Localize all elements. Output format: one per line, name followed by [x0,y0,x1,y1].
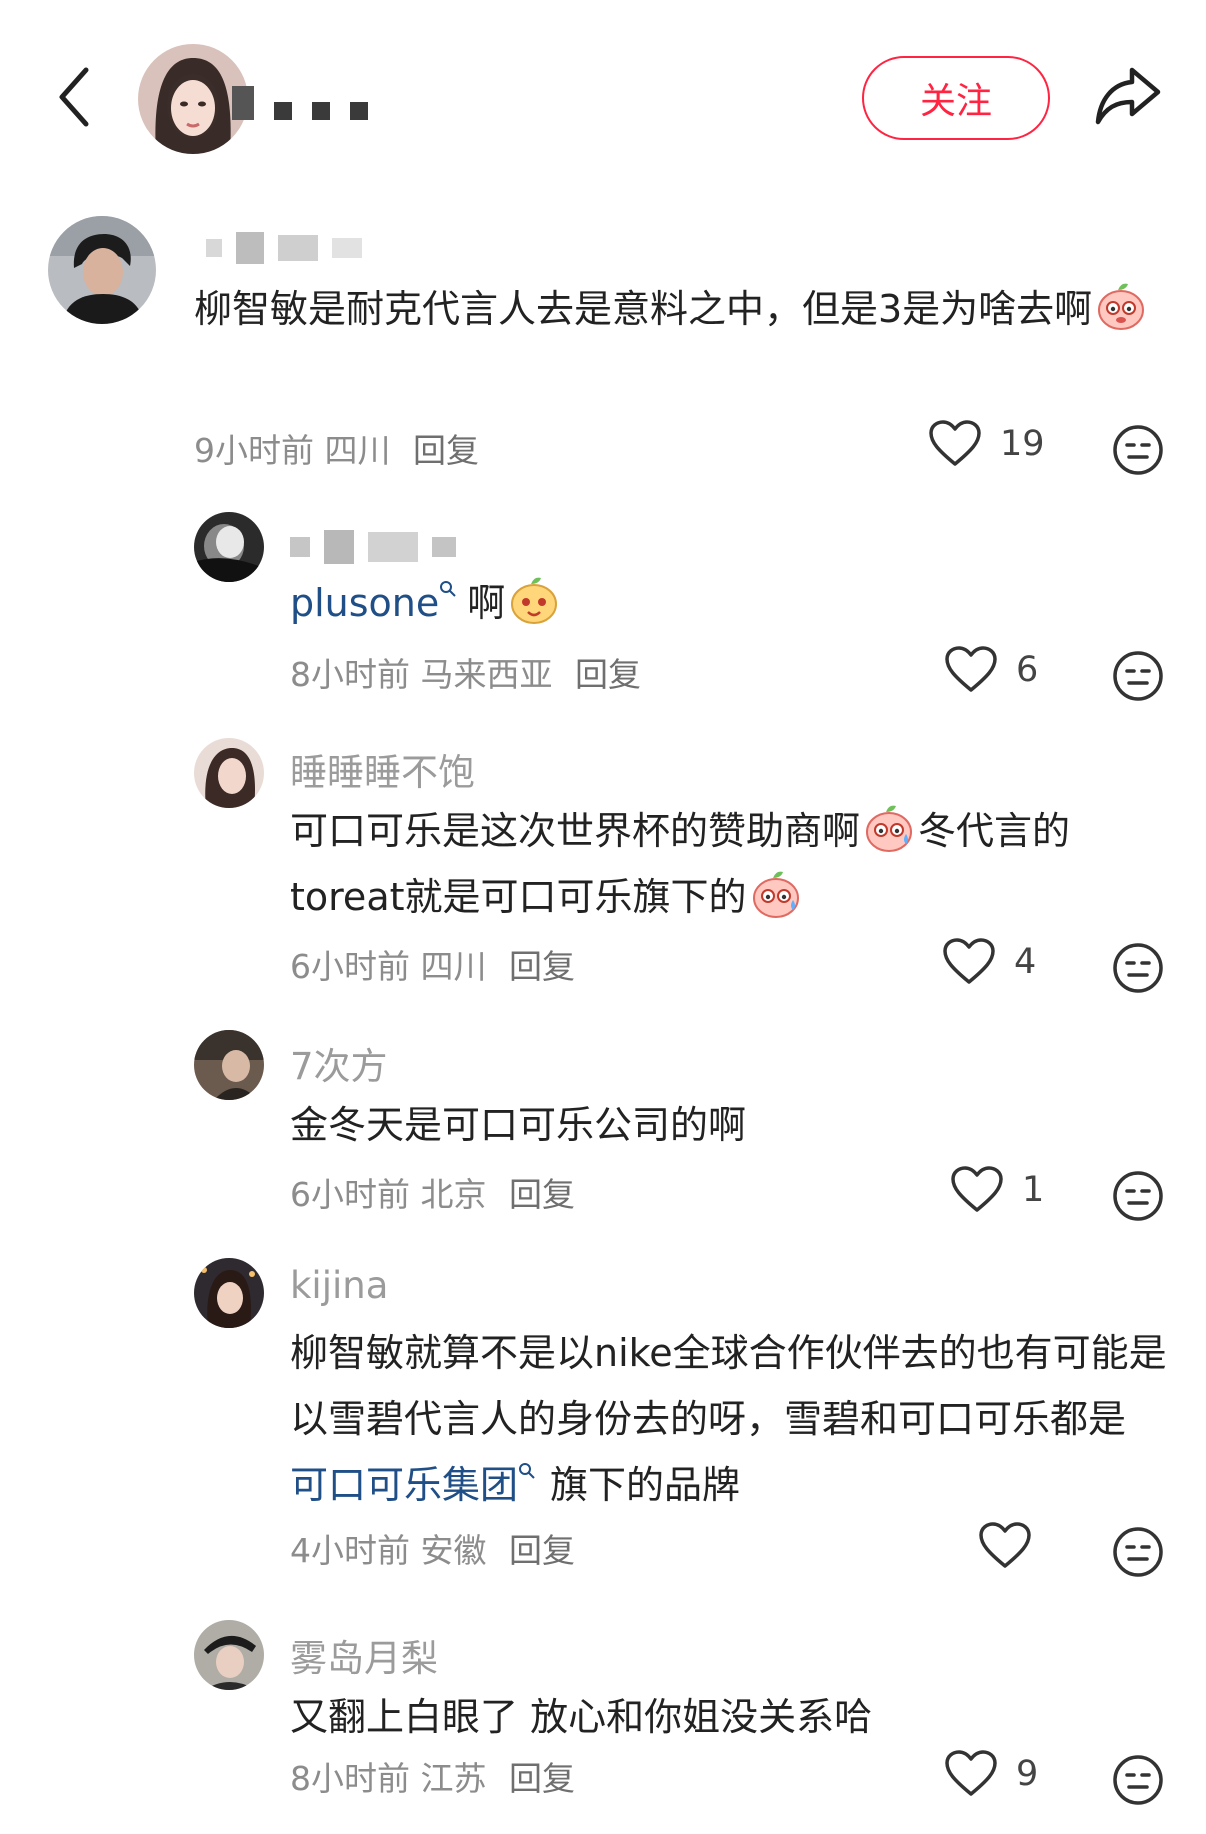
peach-face-sticker-icon [866,805,913,852]
avatar[interactable] [194,1030,264,1100]
comment-time: 8小时前 [290,1759,410,1798]
comment-text: 金冬天是可口可乐公司的啊 [290,1103,747,1147]
username-redacted [206,232,362,264]
username[interactable]: 雾岛月梨 [290,1628,438,1682]
mention-link[interactable]: plusone [290,581,439,625]
reply-button[interactable]: 回复 [509,1531,575,1570]
comment-text: plusone 啊 [290,570,1150,636]
comment-location: 安徽 [420,1531,487,1570]
share-button[interactable] [1092,62,1164,128]
comment-text: 柳智敏就算不是以nike全球合作伙伴去的也有可能是以雪碧代言人的身份去的呀，雪碧… [290,1331,1167,1507]
emoji-reaction-button[interactable] [1112,1170,1164,1222]
comment-meta: 6小时前 四川 回复 [290,940,575,988]
username[interactable]: kijina [290,1264,388,1307]
peach-face-sticker-icon [511,577,558,624]
heart-outline-icon [979,1522,1031,1568]
avatar[interactable] [48,216,156,324]
username[interactable]: 7次方 [290,1036,388,1090]
comment-time: 4小时前 [290,1531,410,1570]
like-count: 9 [1016,1754,1039,1794]
chevron-left-icon [59,67,89,127]
username[interactable]: 睡睡睡不饱 [290,742,475,796]
username-redacted [290,530,456,564]
comment-location: 北京 [420,1175,487,1214]
topic-link[interactable]: 可口可乐集团 [290,1463,518,1507]
comment-time: 9小时前 [194,431,314,470]
reply-button[interactable]: 回复 [509,947,575,986]
comment-text: 柳智敏是耐克代言人去是意料之中，但是3是为啥去啊 [194,276,1154,342]
reply-button[interactable]: 回复 [413,431,479,470]
avatar[interactable] [194,1620,264,1690]
like-count: 19 [1000,424,1045,464]
heart-outline-icon [945,646,997,692]
neutral-face-icon [1113,943,1163,993]
comment-text: 又翻上白眼了 放心和你姐没关系哈 [290,1695,873,1739]
comment-meta: 6小时前 北京 回复 [290,1168,575,1216]
comment-location: 四川 [420,947,487,986]
emoji-reaction-button[interactable] [1112,1754,1164,1806]
reply-button[interactable]: 回复 [575,655,641,694]
heart-outline-icon [945,1750,997,1796]
comment-location: 马来西亚 [420,655,553,694]
comment-time: 8小时前 [290,655,410,694]
like-button[interactable]: 19 [928,420,1045,468]
avatar[interactable] [194,1258,264,1328]
like-button[interactable]: 9 [944,1750,1038,1798]
emoji-reaction-button[interactable] [1112,942,1164,994]
emoji-reaction-button[interactable] [1112,1526,1164,1578]
avatar[interactable] [194,738,264,808]
comment-meta: 9小时前 四川 回复 [194,424,479,472]
share-arrow-icon [1095,67,1161,125]
comment-time: 6小时前 [290,1175,410,1214]
heart-outline-icon [943,938,995,984]
emoji-reaction-button[interactable] [1112,424,1164,476]
like-button[interactable]: 4 [942,938,1036,986]
peach-face-sticker-icon [752,871,799,918]
like-count: 6 [1016,650,1039,690]
back-button[interactable] [50,62,100,132]
heart-outline-icon [929,420,981,466]
neutral-face-icon [1113,1755,1163,1805]
reply-button[interactable]: 回复 [509,1175,575,1214]
avatar[interactable] [194,512,264,582]
comment-location: 四川 [324,431,391,470]
emoji-reaction-button[interactable] [1112,650,1164,702]
search-small-icon [440,581,456,597]
search-small-icon [519,1463,535,1479]
comment-text: 可口可乐是这次世界杯的赞助商啊 冬代言的 toreat就是可口可乐旗下的 [290,798,1170,930]
comment-meta: 8小时前 江苏 回复 [290,1752,575,1800]
neutral-face-icon [1113,1527,1163,1577]
comment-meta: 4小时前 安徽 回复 [290,1524,575,1572]
top-bar: 关注 [0,0,1206,190]
heart-outline-icon [951,1166,1003,1212]
comment-meta: 8小时前 马来西亚 回复 [290,648,641,696]
comment-time: 6小时前 [290,947,410,986]
reply-button[interactable]: 回复 [509,1759,575,1798]
like-count: 4 [1014,942,1037,982]
like-button[interactable]: 6 [944,646,1038,694]
follow-button[interactable]: 关注 [862,56,1050,140]
comment-location: 江苏 [420,1759,487,1798]
neutral-face-icon [1113,425,1163,475]
like-button[interactable] [978,1522,1050,1570]
neutral-face-icon [1113,1171,1163,1221]
peach-face-sticker-icon [1098,283,1145,330]
like-button[interactable]: 1 [950,1166,1044,1214]
neutral-face-icon [1113,651,1163,701]
author-name-redacted [232,86,368,120]
like-count: 1 [1022,1170,1045,1210]
